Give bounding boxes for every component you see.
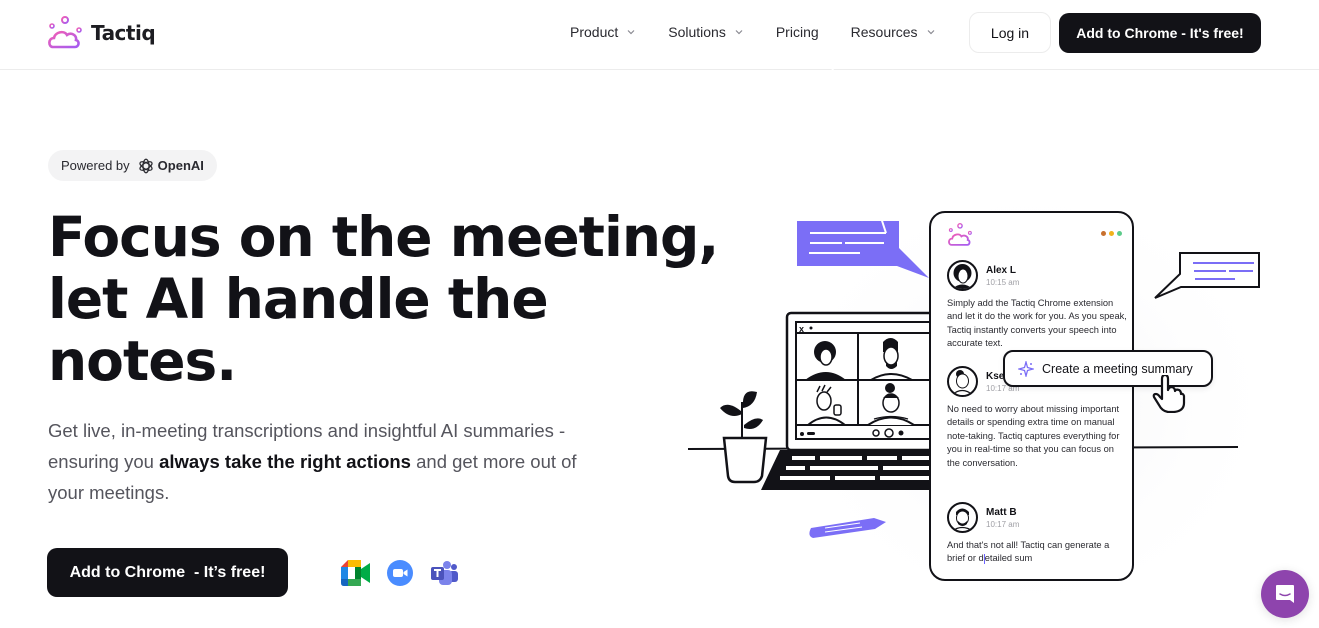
phone-header — [947, 223, 1122, 247]
laptop: x — [761, 311, 949, 490]
message-time: 10:17 am — [986, 519, 1020, 529]
transcript-message: Alex L 10:15 am Simply add the Tactiq Ch… — [947, 260, 1127, 351]
message-time: 10:15 am — [986, 277, 1020, 287]
chat-icon — [1276, 585, 1294, 603]
transcript-message: Matt B 10:17 am And that's not all! Tact… — [947, 502, 1127, 566]
avatar — [947, 366, 978, 397]
message-body-rest: etailed sum — [984, 553, 1033, 564]
potted-plant — [720, 391, 768, 484]
tactiq-cloud-icon — [948, 223, 972, 246]
dot-yellow — [1109, 231, 1114, 236]
dot-green — [1117, 231, 1122, 236]
sparkle-icon — [1018, 360, 1034, 377]
speaker-name: Alex L — [986, 264, 1017, 276]
transcript-phone-mockup: Alex L 10:15 am Simply add the Tactiq Ch… — [929, 211, 1134, 581]
svg-text:x: x — [799, 324, 804, 334]
dot-orange — [1101, 231, 1106, 236]
speaker-name: Matt B — [986, 506, 1017, 518]
window-dots — [1101, 231, 1122, 236]
avatar — [947, 502, 978, 533]
message-body: Simply add the Tactiq Chrome extension a… — [947, 298, 1127, 349]
chat-widget-button[interactable] — [1261, 570, 1309, 618]
pointer-hand-icon — [1152, 375, 1186, 413]
create-summary-label: Create a meeting summary — [1042, 361, 1193, 376]
message-body: And that's not all! Tactiq can generate … — [947, 539, 1127, 566]
avatar — [947, 260, 978, 291]
message-body: No need to worry about missing important… — [947, 404, 1120, 468]
